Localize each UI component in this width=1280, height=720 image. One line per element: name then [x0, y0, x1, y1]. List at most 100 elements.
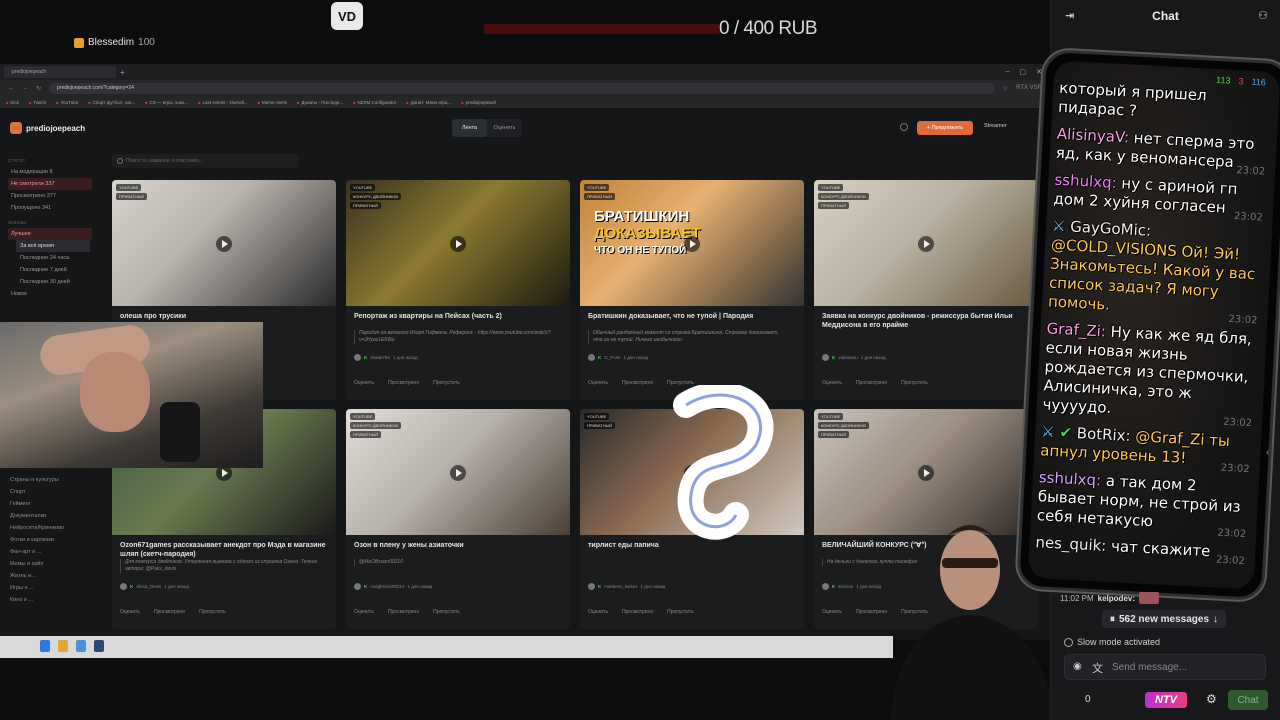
- back-icon[interactable]: ←: [8, 85, 14, 91]
- tab-feed[interactable]: Лента: [452, 119, 487, 137]
- video-title[interactable]: Озон в плену у жены азиаточки: [354, 541, 564, 550]
- reload-icon[interactable]: ↻: [36, 85, 41, 92]
- video-card[interactable]: YOUTUBE КОНКУРС ДВОЙНИКОВ ПРИВАТНЫЙ Репорта…: [346, 180, 570, 400]
- sidebar-item-new[interactable]: Новое: [8, 288, 100, 300]
- play-icon[interactable]: [450, 236, 466, 252]
- bookmark-item[interactable]: Донат: Мини игра...: [406, 100, 451, 105]
- new-messages-button[interactable]: ⏸ 562 new messages ↓: [1102, 610, 1226, 628]
- video-card[interactable]: YOUTUBE КОНКУРС ДВОЙНИКОВ ПРИВАТНЫЙ Заявка …: [814, 180, 1038, 400]
- bookmark-item[interactable]: YouTube: [56, 100, 79, 105]
- send-message-input[interactable]: Send message...: [1112, 662, 1187, 673]
- suggest-button[interactable]: + Предложить: [917, 121, 973, 135]
- sidebar-item-category[interactable]: Документалки: [10, 510, 100, 522]
- bookmark-item[interactable]: Last events - Overall...: [198, 100, 248, 105]
- translate-icon[interactable]: 文: [1092, 660, 1103, 676]
- url-field[interactable]: prediojoepeach.com/?category=24: [49, 82, 995, 94]
- watched-button[interactable]: Просмотрено: [856, 380, 887, 386]
- video-thumbnail[interactable]: YOUTUBE ПРИВАТНЫЙ БРАТИШКИН ДОКАЗЫВАЕТ ЧТО О…: [580, 180, 804, 306]
- close-icon[interactable]: ✕: [1036, 68, 1042, 76]
- browser-tab[interactable]: prediojoepeach: [4, 66, 116, 78]
- chat-nick[interactable]: Graf_Zi:: [1046, 319, 1106, 340]
- video-author[interactable]: Alexa_Devis: [136, 584, 161, 589]
- chat-nick[interactable]: BotRix:: [1076, 424, 1131, 445]
- windows-start-icon[interactable]: [40, 640, 50, 652]
- play-icon[interactable]: [918, 465, 934, 481]
- video-author[interactable]: marsiens_twises: [604, 584, 637, 589]
- sidebar-item-period[interactable]: Последние 24 часа: [8, 252, 100, 264]
- message-nick[interactable]: kelpodev:: [1098, 594, 1135, 603]
- sidebar-item-status[interactable]: На модерации 8: [8, 166, 100, 178]
- rate-button[interactable]: Оценить: [588, 380, 608, 386]
- video-card[interactable]: YOUTUBE ПРИВАТНЫЙ БРАТИШКИН ДОКАЗЫВАЕТ ЧТО О…: [580, 180, 804, 400]
- tab-rate[interactable]: Оценить: [487, 119, 522, 137]
- chat-nick[interactable]: sshulxq:: [1038, 468, 1101, 489]
- bookmark-item[interactable]: Спорт футбол, хок...: [88, 100, 135, 105]
- sidebar-item-status[interactable]: Пропущено 341: [8, 202, 100, 214]
- skip-button[interactable]: Пропустить: [199, 609, 226, 615]
- video-title[interactable]: Братишкин доказывает, что не тупой | Пар…: [588, 312, 798, 321]
- sidebar-item-period[interactable]: Последние 30 дней: [8, 276, 100, 288]
- gear-icon[interactable]: ⚙: [1206, 692, 1217, 706]
- watched-button[interactable]: Просмотрено: [388, 609, 419, 615]
- scroll-arrow-icon[interactable]: ‹: [1266, 447, 1269, 458]
- send-message-box[interactable]: ◉ 文 Send message...: [1064, 654, 1266, 680]
- app-icon[interactable]: [76, 640, 86, 652]
- extension-label[interactable]: RTX VSR: [1016, 85, 1042, 91]
- sidebar-item-category[interactable]: Фотки и картинки: [10, 534, 100, 546]
- sidebar-item-category[interactable]: Спорт: [10, 486, 100, 498]
- bookmark-star-icon[interactable]: ☆: [1003, 85, 1008, 92]
- play-icon[interactable]: [450, 465, 466, 481]
- sidebar-item-category[interactable]: Нейросети/Кринжово: [10, 522, 100, 534]
- skip-button[interactable]: Пропустить: [901, 380, 928, 386]
- video-author[interactable]: G_Punk: [604, 355, 620, 360]
- bookmark-item[interactable]: prediojoepeach: [461, 100, 497, 105]
- site-brand[interactable]: prediojoepeach: [10, 122, 85, 134]
- video-author[interactable]: valeasaru: [838, 355, 858, 360]
- steam-icon[interactable]: [94, 640, 104, 652]
- rate-button[interactable]: Оценить: [588, 609, 608, 615]
- forward-icon[interactable]: →: [22, 85, 28, 91]
- sidebar-item-category[interactable]: Кино и ...: [10, 594, 100, 606]
- sidebar-item-period[interactable]: За всё время: [16, 240, 90, 252]
- video-author[interactable]: Evecan: [838, 584, 853, 589]
- chat-nick[interactable]: nes_quik:: [1035, 533, 1107, 555]
- video-card[interactable]: YOUTUBE КОНКУРС ДВОЙНИКОВ ПРИВАТНЫЙ Озон в …: [346, 409, 570, 629]
- play-icon[interactable]: [216, 236, 232, 252]
- sidebar-item-category[interactable]: Страны и культуры: [10, 474, 100, 486]
- sidebar-item-category[interactable]: Гейминг: [10, 498, 100, 510]
- new-tab-button[interactable]: +: [120, 68, 125, 77]
- skip-button[interactable]: Пропустить: [433, 380, 460, 386]
- bookmark-item[interactable]: Kick: [6, 100, 19, 105]
- search-input[interactable]: Поиск по названию и описанию...: [112, 154, 298, 168]
- video-author[interactable]: meighsson90210: [370, 584, 404, 589]
- video-author[interactable]: shade786: [370, 355, 390, 360]
- sidebar-item-status[interactable]: Не смотрели 337: [8, 178, 92, 190]
- play-icon[interactable]: [684, 236, 700, 252]
- bookmark-item[interactable]: CS — игры, хоко...: [145, 100, 188, 105]
- sidebar-item-best[interactable]: Лучшее: [8, 228, 92, 240]
- bookmark-item[interactable]: Twitch: [29, 100, 46, 105]
- minimize-icon[interactable]: –: [1006, 68, 1010, 76]
- chat-nick[interactable]: AlisinyaV:: [1056, 125, 1129, 147]
- rate-button[interactable]: Оценить: [354, 609, 374, 615]
- chat-nick[interactable]: sshulxq:: [1054, 171, 1117, 192]
- video-thumbnail[interactable]: YOUTUBE КОНКУРС ДВОЙНИКОВ ПРИВАТНЫЙ: [346, 180, 570, 306]
- skip-button[interactable]: Пропустить: [433, 609, 460, 615]
- users-icon[interactable]: ⚇: [1258, 9, 1268, 22]
- maximize-icon[interactable]: ▢: [1020, 68, 1027, 76]
- theme-toggle-icon[interactable]: [900, 123, 908, 131]
- watched-button[interactable]: Просмотрено: [622, 609, 653, 615]
- skip-button[interactable]: Пропустить: [667, 609, 694, 615]
- chrome-icon[interactable]: [58, 640, 68, 652]
- play-icon[interactable]: [918, 236, 934, 252]
- rate-button[interactable]: Оценить: [822, 380, 842, 386]
- sidebar-item-status[interactable]: Просмотрено 377: [8, 190, 100, 202]
- sidebar-item-category[interactable]: Жизнь и...: [10, 570, 100, 582]
- sidebar-item-category[interactable]: Игры и ...: [10, 582, 100, 594]
- bookmark-item[interactable]: NZXM Configurator: [353, 100, 397, 105]
- collapse-chat-icon[interactable]: ⇥: [1065, 9, 1074, 22]
- ntv-badge[interactable]: NTV: [1145, 692, 1187, 708]
- bookmark-item[interactable]: Meme Alerts: [258, 100, 287, 105]
- sidebar-item-category[interactable]: Фан-арт и ...: [10, 546, 100, 558]
- bookmark-item[interactable]: Донаты - Последн...: [297, 100, 343, 105]
